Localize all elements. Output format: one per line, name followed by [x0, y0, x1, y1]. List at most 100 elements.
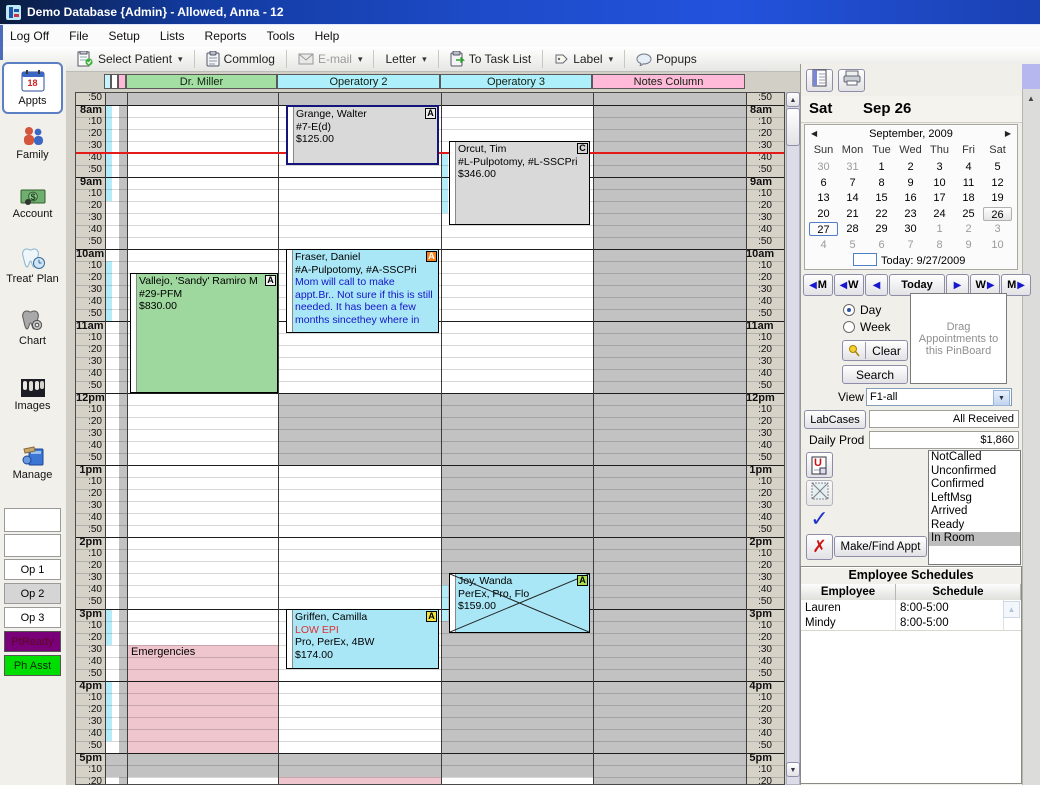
toolbar-button-popups[interactable]: Popups	[629, 49, 704, 69]
next-month-icon[interactable]: ▶	[1005, 129, 1011, 138]
mini-cal-day-14[interactable]: 14	[838, 191, 867, 205]
unscheduled-list-button[interactable]: U	[806, 452, 833, 478]
mini-cal-day-13[interactable]: 13	[809, 191, 838, 205]
labcases-button[interactable]: LabCases	[804, 410, 866, 429]
op-button-op-3[interactable]: Op 3	[4, 607, 61, 628]
mini-cal-day-23[interactable]: 23	[896, 207, 925, 221]
menu-item-help[interactable]: Help	[305, 26, 350, 46]
delete-button[interactable]: ✗	[806, 534, 833, 560]
mini-cal-day-3[interactable]: 3	[925, 160, 954, 174]
grid-scroll-thumb[interactable]	[786, 108, 800, 146]
mini-cal-day-22[interactable]: 22	[867, 207, 896, 221]
grid-scroll-up[interactable]: ▲	[786, 92, 800, 107]
column-header-notes-column[interactable]: Notes Column	[592, 74, 745, 89]
mini-cal-day-11[interactable]: 11	[954, 176, 983, 190]
make-find-appt-button[interactable]: Make/Find Appt	[834, 536, 927, 557]
op-button-op-2[interactable]: Op 2	[4, 583, 61, 604]
appointment-orcut-tim[interactable]: Orcut, Tim#L-Pulpotomy, #L-SSCPri$346.00…	[449, 141, 590, 225]
toolbar-button-to-task-list[interactable]: To Task List	[443, 48, 538, 70]
mini-cal-day-7-adj[interactable]: 7	[896, 238, 925, 252]
status-item-ready[interactable]: Ready	[929, 519, 1020, 533]
mini-cal-day-5-adj[interactable]: 5	[838, 238, 867, 252]
view-dropdown[interactable]: F1-all ▼	[866, 388, 1012, 406]
status-item-confirmed[interactable]: Confirmed	[929, 478, 1020, 492]
column-header-operatory-2[interactable]: Operatory 2	[277, 74, 440, 89]
sidebar-module-images[interactable]: Images	[2, 364, 63, 426]
dropdown-caret-icon[interactable]: ▾	[358, 54, 363, 65]
mini-cal-day-30[interactable]: 30	[896, 222, 925, 236]
dropdown-caret-icon[interactable]: ▾	[609, 54, 614, 65]
menu-item-setup[interactable]: Setup	[98, 26, 149, 46]
appointment-joy-wanda[interactable]: Joy, WandaPerEx, Pro, Flo$159.00A	[449, 573, 590, 633]
mini-cal-day-7[interactable]: 7	[838, 176, 867, 190]
sidebar-module-treat-plan[interactable]: Treat' Plan	[2, 236, 63, 296]
print-button[interactable]	[838, 69, 865, 92]
dropdown-caret-icon[interactable]: ▾	[422, 54, 427, 65]
mini-cal-day-6[interactable]: 6	[809, 176, 838, 190]
sidebar-module-family[interactable]: Family	[2, 118, 63, 168]
grid-scroll-down[interactable]: ▼	[786, 762, 800, 777]
mini-cal-day-4-adj[interactable]: 4	[809, 238, 838, 252]
mini-cal-day-31-adj[interactable]: 31	[838, 160, 867, 174]
sidebar-module-manage[interactable]: Manage	[2, 432, 63, 494]
mini-cal-day-28[interactable]: 28	[838, 222, 867, 236]
break-appointment-button[interactable]	[806, 480, 833, 506]
mini-cal-day-16[interactable]: 16	[896, 191, 925, 205]
mini-cal-day-20[interactable]: 20	[809, 207, 838, 221]
appt-lists-button[interactable]	[806, 69, 833, 92]
mini-cal-day-17[interactable]: 17	[925, 191, 954, 205]
toolbar-button-label[interactable]: Label▾	[547, 49, 620, 69]
mini-cal-day-29[interactable]: 29	[867, 222, 896, 236]
menu-item-lists[interactable]: Lists	[150, 26, 195, 46]
nav-left-day-button[interactable]: ◀	[865, 274, 888, 296]
grid-scroll-track[interactable]	[786, 92, 800, 785]
mini-cal-day-6-adj[interactable]: 6	[867, 238, 896, 252]
mini-cal-day-9[interactable]: 9	[896, 176, 925, 190]
pinboard[interactable]: Drag Appointments to this PinBoard	[910, 293, 1007, 384]
mini-cal-day-10-adj[interactable]: 10	[983, 238, 1012, 252]
mini-cal-day-30-adj[interactable]: 30	[809, 160, 838, 174]
nav-left-w-button[interactable]: ◀W	[834, 274, 864, 296]
menu-item-reports[interactable]: Reports	[195, 26, 257, 46]
menu-item-file[interactable]: File	[59, 26, 98, 46]
pinboard-slot[interactable]	[4, 534, 61, 557]
appointment-griffen-camilla[interactable]: Griffen, CamillaLOW EPIPro, PerEx, 4BW$1…	[286, 609, 439, 669]
status-item-unconfirmed[interactable]: Unconfirmed	[929, 465, 1020, 479]
panel-scroll-up-icon[interactable]: ▲	[1024, 92, 1038, 105]
mini-cal-day-24[interactable]: 24	[925, 207, 954, 221]
panel-scrollbar-track[interactable]	[1022, 64, 1040, 785]
mini-cal-day-9-adj[interactable]: 9	[954, 238, 983, 252]
mini-cal-day-19[interactable]: 19	[983, 191, 1012, 205]
mini-cal-day-18[interactable]: 18	[954, 191, 983, 205]
status-item-notcalled[interactable]: NotCalled	[929, 451, 1020, 465]
mini-cal-day-1-adj[interactable]: 1	[925, 222, 954, 236]
appointment-vallejo-sandy-ramiro-m[interactable]: Vallejo, 'Sandy' Ramiro M#29-PFM$830.00A	[130, 273, 278, 393]
today-label[interactable]: Today: 9/27/2009	[881, 255, 965, 267]
mini-cal-day-10[interactable]: 10	[925, 176, 954, 190]
toolbar-button-select-patient[interactable]: Select Patient▾	[70, 48, 190, 70]
mini-cal-day-8-adj[interactable]: 8	[925, 238, 954, 252]
nav-left-m-button[interactable]: ◀M	[803, 274, 833, 296]
mini-cal-day-27[interactable]: 27	[809, 222, 838, 236]
toolbar-button-letter[interactable]: Letter▾	[378, 49, 433, 69]
status-item-in-room[interactable]: In Room	[929, 532, 1020, 546]
toolbar-button-commlog[interactable]: Commlog	[199, 48, 282, 70]
sidebar-module-account[interactable]: $Account	[2, 174, 63, 232]
menu-item-tools[interactable]: Tools	[257, 26, 305, 46]
column-header-operatory-3[interactable]: Operatory 3	[440, 74, 592, 89]
sidebar-module-appts[interactable]: 18Appts	[2, 62, 63, 114]
mini-cal-day-5[interactable]: 5	[983, 160, 1012, 174]
op-button-op-1[interactable]: Op 1	[4, 559, 61, 580]
combo-arrow-icon[interactable]: ▼	[993, 390, 1010, 406]
mini-cal-day-2[interactable]: 2	[896, 160, 925, 174]
mini-cal-day-3-adj[interactable]: 3	[983, 222, 1012, 236]
confirmation-status-list[interactable]: NotCalledUnconfirmedConfirmedLeftMsgArri…	[928, 450, 1021, 565]
mini-cal-day-26[interactable]: 26	[983, 207, 1012, 221]
menu-item-log-off[interactable]: Log Off	[0, 26, 59, 46]
appointment-grid[interactable]: Emergencies:508am:10:20:30:40:509am:10:2…	[75, 92, 785, 785]
employee-scroll-up[interactable]: ▲	[1003, 601, 1020, 618]
dropdown-caret-icon[interactable]: ▾	[178, 54, 183, 65]
search-button[interactable]: Search	[842, 365, 908, 384]
clear-button[interactable]: Clear	[842, 340, 908, 361]
mini-cal-day-1[interactable]: 1	[867, 160, 896, 174]
